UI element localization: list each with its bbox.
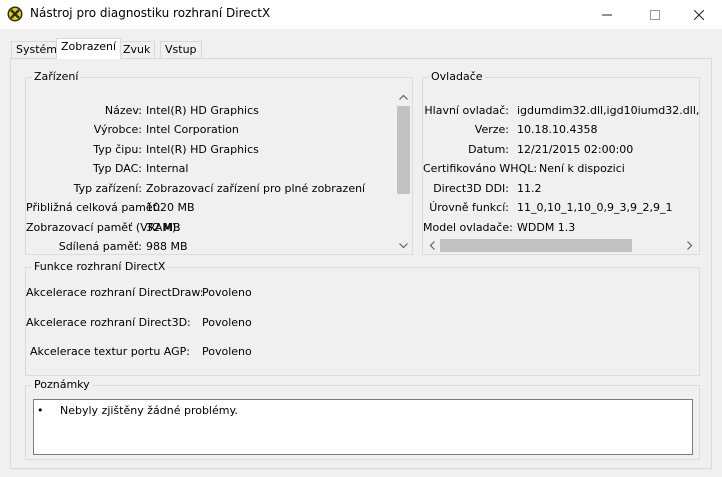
bullet-icon: • [37,404,44,417]
drivers-scrollbar[interactable] [424,237,698,254]
driver-row-label: Úrovně funkcí: [429,201,509,214]
tab-system[interactable]: Systém [11,41,63,58]
directx-icon [7,6,23,22]
feature-row-value: Povoleno [202,316,252,329]
drivers-group-title: Ovladače [429,70,485,83]
feature-row-label: Akcelerace rozhraní Direct3D: [26,316,191,329]
device-row-value: Zobrazovací zařízení pro plné zobrazení [146,182,366,195]
device-row-label: Výrobce: [93,123,142,136]
driver-row-label: Certifikováno WHQL: [423,162,538,175]
driver-row-label: Model ovladače: [423,221,513,234]
notes-group-title: Poznámky [32,378,92,391]
device-row-label: Sdílená paměť: [58,240,142,253]
notes-textbox[interactable]: • Nebyly zjištěny žádné problémy. [33,399,693,455]
minimize-button[interactable] [584,0,630,29]
driver-row-label: Hlavní ovladač: [424,104,509,117]
tab-sound[interactable]: Zvuk [118,41,156,58]
tab-bar: Systém Zobrazení Zvuk Vstup [0,29,722,59]
chevron-left-icon[interactable] [429,241,435,250]
device-row-value: 32 MB [146,221,181,234]
display-tab-panel: Zařízení Název: Intel(R) HD Graphics Výr… [10,58,712,469]
drivers-group: Ovladače Hlavní ovladač: igdumdim32.dll,… [422,70,700,255]
drivers-list: Hlavní ovladač: igdumdim32.dll,igd10iumd… [423,90,699,238]
device-list: Název: Intel(R) HD Graphics Výrobce: Int… [26,90,394,254]
driver-row-value: Není k dispozici [539,162,625,175]
device-row-value: 1020 MB [146,201,195,214]
feature-row-value: Povoleno [202,345,252,358]
close-button[interactable] [676,0,722,29]
device-row-label: Typ čipu: [93,143,142,156]
driver-row-value: 10.18.10.4358 [517,123,598,136]
note-text: Nebyly zjištěny žádné problémy. [60,404,238,417]
tab-label: Zvuk [123,43,151,56]
drivers-scroll-thumb[interactable] [440,239,632,252]
driver-row-label: Verze: [474,123,509,136]
tab-label: Vstup [165,43,197,56]
driver-row-value: WDDM 1.3 [517,221,576,234]
notes-group: Poznámky • Nebyly zjištěny žádné problém… [25,378,700,460]
device-row-value: Internal [146,162,189,175]
driver-row-value: 11_0,10_1,10_0,9_3,9_2,9_1 [517,201,673,214]
device-row-label: Typ DAC: [93,162,142,175]
feature-row-value: Povoleno [202,286,252,299]
tab-label: Zobrazení [61,40,117,53]
maximize-icon [650,9,660,20]
driver-row-value: 12/21/2015 02:00:00 [517,143,634,156]
device-group-title: Zařízení [32,70,81,83]
device-row-value: Intel Corporation [146,123,239,136]
close-icon [694,9,704,20]
tab-input[interactable]: Vstup [160,41,202,58]
title-bar: Nástroj pro diagnostiku rozhraní DirectX [0,0,722,29]
driver-row-label: Datum: [468,143,509,156]
feature-row-label: Akcelerace textur portu AGP: [29,345,190,358]
maximize-button[interactable] [632,0,678,29]
device-row-label: Zobrazovací paměť (VRAM): [26,221,180,234]
device-scroll-thumb[interactable] [397,106,410,194]
minimize-icon [602,14,612,15]
feature-row-label: Akcelerace rozhraní DirectDraw: [26,286,204,299]
device-group: Zařízení Název: Intel(R) HD Graphics Výr… [25,70,413,255]
device-row-value: Intel(R) HD Graphics [146,104,259,117]
device-scrollbar[interactable] [395,90,412,254]
device-row-value: Intel(R) HD Graphics [146,143,259,156]
device-row-label: Přibližná celková paměť: [26,201,161,214]
directx-features-title: Funkce rozhraní DirectX [32,260,168,273]
driver-row-value: igdumdim32.dll,igd10iumd32.dll,igd10iu [517,104,699,117]
device-row-value: 988 MB [146,240,188,253]
chevron-up-icon[interactable] [399,94,408,100]
tab-display[interactable]: Zobrazení [56,38,122,59]
directx-features-group: Funkce rozhraní DirectX Akcelerace rozhr… [25,260,700,376]
chevron-right-icon[interactable] [687,241,693,250]
device-row-label: Typ zařízení: [73,182,142,195]
list-item: • Nebyly zjištěny žádné problémy. [37,404,238,417]
window-title: Nástroj pro diagnostiku rozhraní DirectX [30,6,271,20]
device-row-label: Název: [104,104,142,117]
driver-row-value: 11.2 [517,182,542,195]
driver-row-label: Direct3D DDI: [433,182,509,195]
chevron-down-icon[interactable] [399,243,408,249]
tab-label: Systém [16,43,58,56]
